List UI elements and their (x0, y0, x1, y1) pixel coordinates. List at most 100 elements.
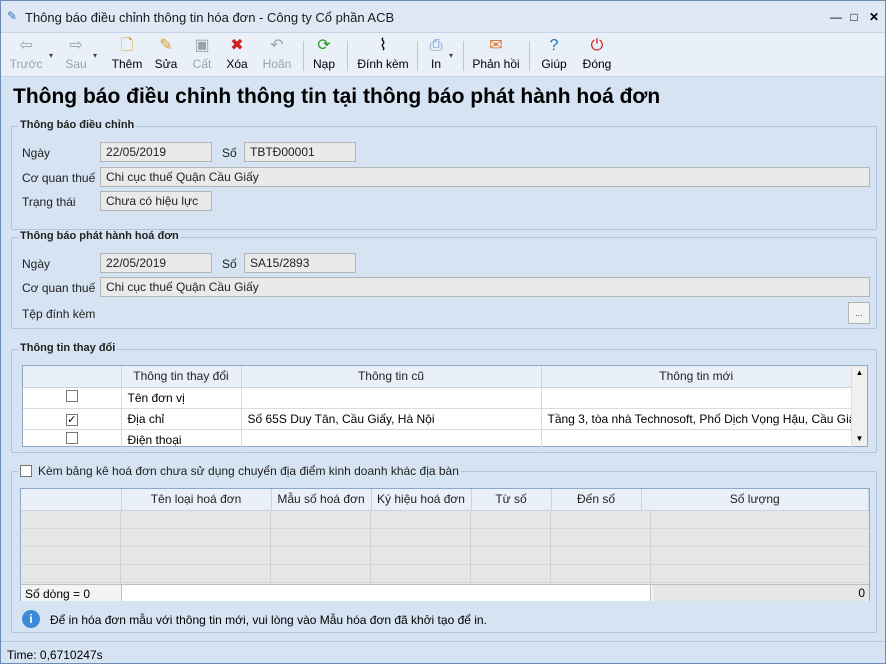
prev-dropdown-icon[interactable]: ▾ (49, 51, 53, 60)
new-value-cell[interactable] (541, 429, 852, 451)
new-value-cell[interactable]: Tầng 3, tòa nhà Technosoft, Phố Dịch Vọn… (541, 408, 852, 430)
help-icon: ? (549, 37, 559, 54)
delete-button[interactable]: ✖ Xóa (223, 35, 251, 75)
adjust-status-field[interactable]: Chưa có hiệu lực (100, 191, 212, 211)
separator (463, 41, 464, 71)
close-window-button[interactable]: ✕ (863, 7, 885, 27)
print-button[interactable]: ⎙ In (425, 35, 447, 75)
release-tax-field[interactable]: Chi cục thuế Quận Cầu Giấy (100, 277, 870, 297)
scroll-down-icon[interactable]: ▼ (852, 432, 867, 446)
table-row[interactable]: Điện thoại (23, 429, 852, 451)
power-icon: ⏻ (590, 37, 604, 54)
separator (303, 41, 304, 71)
add-button[interactable]: 🗋 Thêm (109, 35, 145, 75)
attach-button[interactable]: ⌇ Đính kèm (355, 35, 411, 75)
adjust-no-field[interactable]: TBTĐ00001 (244, 142, 356, 162)
help-button[interactable]: ? Giúp (539, 35, 569, 75)
table-row[interactable]: ✓ Địa chỉ Số 65S Duy Tân, Cầu Giấy, Hà N… (23, 408, 852, 430)
release-group: Thông báo phát hành hoá đơn Ngày 22/05/2… (11, 230, 877, 329)
separator (529, 41, 530, 71)
info-icon: i (22, 610, 40, 628)
invoices-checkbox-label: Kèm bảng kê hoá đơn chưa sử dụng chuyển … (38, 464, 459, 478)
release-no-field[interactable]: SA15/2893 (244, 253, 356, 273)
adjust-group: Thông báo điều chỉnh Ngày 22/05/2019 Số … (11, 119, 877, 230)
select-column-header (23, 366, 122, 388)
adjust-tax-label: Cơ quan thuế (22, 171, 96, 185)
column-header: Ký hiệu hoá đơn (371, 489, 472, 511)
app-icon: ✎ (7, 9, 18, 23)
toolbar: ⇦ Trước ▾ ⇨ Sau ▾ 🗋 Thêm ✎ Sửa ▣ Cất ✖ Xóa ↶ Ho… (1, 33, 885, 77)
column-header: Đến số (551, 489, 642, 511)
invoices-checkbox[interactable] (20, 465, 32, 477)
edit-button[interactable]: ✎ Sửa (151, 35, 181, 75)
changes-scrollbar[interactable]: ▲ ▼ (851, 366, 867, 446)
adjust-status-label: Trạng thái (22, 195, 76, 209)
release-date-field[interactable]: 22/05/2019 (100, 253, 212, 273)
changes-grid: Thông tin thay đổi Thông tin cũ Thông ti… (22, 365, 868, 451)
adjust-date-label: Ngày (22, 146, 51, 160)
maximize-button[interactable]: □ (843, 7, 865, 27)
save-button[interactable]: ▣ Cất (189, 35, 215, 75)
print-dropdown-icon[interactable]: ▾ (449, 51, 453, 60)
invoices-header-row: Tên loại hoá đơn Mẫu số hoá đơn Ký hiệu … (21, 489, 869, 511)
row-checkbox[interactable] (65, 390, 78, 402)
paperclip-icon: ⌇ (379, 37, 387, 54)
field-cell: Điện thoại (121, 429, 242, 451)
title-bar: ✎ Thông báo điều chỉnh thông tin hóa đơn… (1, 1, 885, 33)
column-header: Từ số (471, 489, 552, 511)
column-header: Mẫu số hoá đơn (271, 489, 372, 511)
release-tax-label: Cơ quan thuế (22, 281, 96, 295)
changes-group: Thông tin thay đổi Thông tin thay đổi Th… (11, 342, 877, 453)
invoices-table: Tên loại hoá đơn Mẫu số hoá đơn Ký hiệu … (21, 489, 869, 511)
page-title: Thông báo điều chỉnh thông tin tại thông… (13, 85, 661, 108)
browse-attachment-button[interactable]: ... (848, 302, 870, 324)
close-button[interactable]: ⏻ Đóng (581, 35, 613, 75)
new-value-cell[interactable] (541, 387, 852, 409)
adjust-tax-field[interactable]: Chi cục thuế Quận Cầu Giấy (100, 167, 870, 187)
arrow-right-icon: ⇨ (69, 37, 83, 54)
row-checkbox[interactable] (65, 432, 78, 444)
invoices-empty-rows (21, 511, 869, 583)
column-header: Thông tin mới (541, 366, 852, 388)
info-message: Để in hóa đơn mẫu với thông tin mới, vui… (50, 613, 487, 627)
adjust-no-label: Số (222, 146, 237, 160)
changes-group-title: Thông tin thay đổi (18, 342, 118, 354)
table-row[interactable]: Tên đơn vị (23, 387, 852, 409)
undo-button[interactable]: ↶ Hoãn (259, 35, 295, 75)
save-icon: ▣ (194, 37, 210, 54)
window-title: Thông báo điều chỉnh thông tin hóa đơn -… (25, 10, 395, 25)
scroll-up-icon[interactable]: ▲ (852, 366, 867, 380)
adjust-date-field[interactable]: 22/05/2019 (100, 142, 212, 162)
invoices-grid: Tên loại hoá đơn Mẫu số hoá đơn Ký hiệu … (20, 488, 870, 601)
field-cell: Tên đơn vị (121, 387, 242, 409)
column-header: Thông tin thay đổi (121, 366, 242, 388)
row-checkbox[interactable]: ✓ (65, 413, 78, 426)
next-dropdown-icon[interactable]: ▾ (93, 51, 97, 60)
new-document-icon: 🗋 (120, 37, 134, 54)
next-button[interactable]: ⇨ Sau (61, 35, 91, 75)
field-cell: Địa chỉ (121, 408, 242, 430)
release-no-label: Số (222, 257, 237, 271)
release-date-label: Ngày (22, 257, 51, 271)
attachment-label: Tệp đính kèm (22, 307, 96, 321)
invoices-group: Kèm bảng kê hoá đơn chưa sử dụng chuyển … (11, 464, 877, 633)
old-value-cell[interactable] (241, 429, 542, 451)
main-window: ✎ Thông báo điều chỉnh thông tin hóa đơn… (0, 0, 886, 664)
select-column-header (21, 489, 122, 511)
separator (347, 41, 348, 71)
envelope-icon: ✉ (489, 37, 503, 54)
load-button[interactable]: ⟳ Nạp (309, 35, 339, 75)
arrow-left-icon: ⇦ (19, 37, 33, 54)
feedback-button[interactable]: ✉ Phản hồi (471, 35, 521, 75)
prev-button[interactable]: ⇦ Trước (7, 35, 45, 75)
old-value-cell[interactable] (241, 387, 542, 409)
release-group-title: Thông báo phát hành hoá đơn (18, 230, 181, 242)
old-value-cell[interactable]: Số 65S Duy Tân, Cầu Giấy, Hà Nội (241, 408, 542, 430)
invoices-footer: Số dòng = 0 0 (21, 584, 869, 601)
edit-icon: ✎ (159, 37, 173, 54)
column-header: Số lượng (641, 489, 869, 511)
column-header: Thông tin cũ (241, 366, 542, 388)
invoices-checkbox-row[interactable]: Kèm bảng kê hoá đơn chưa sử dụng chuyển … (18, 464, 461, 478)
printer-icon: ⎙ (429, 37, 443, 54)
undo-icon: ↶ (270, 37, 284, 54)
